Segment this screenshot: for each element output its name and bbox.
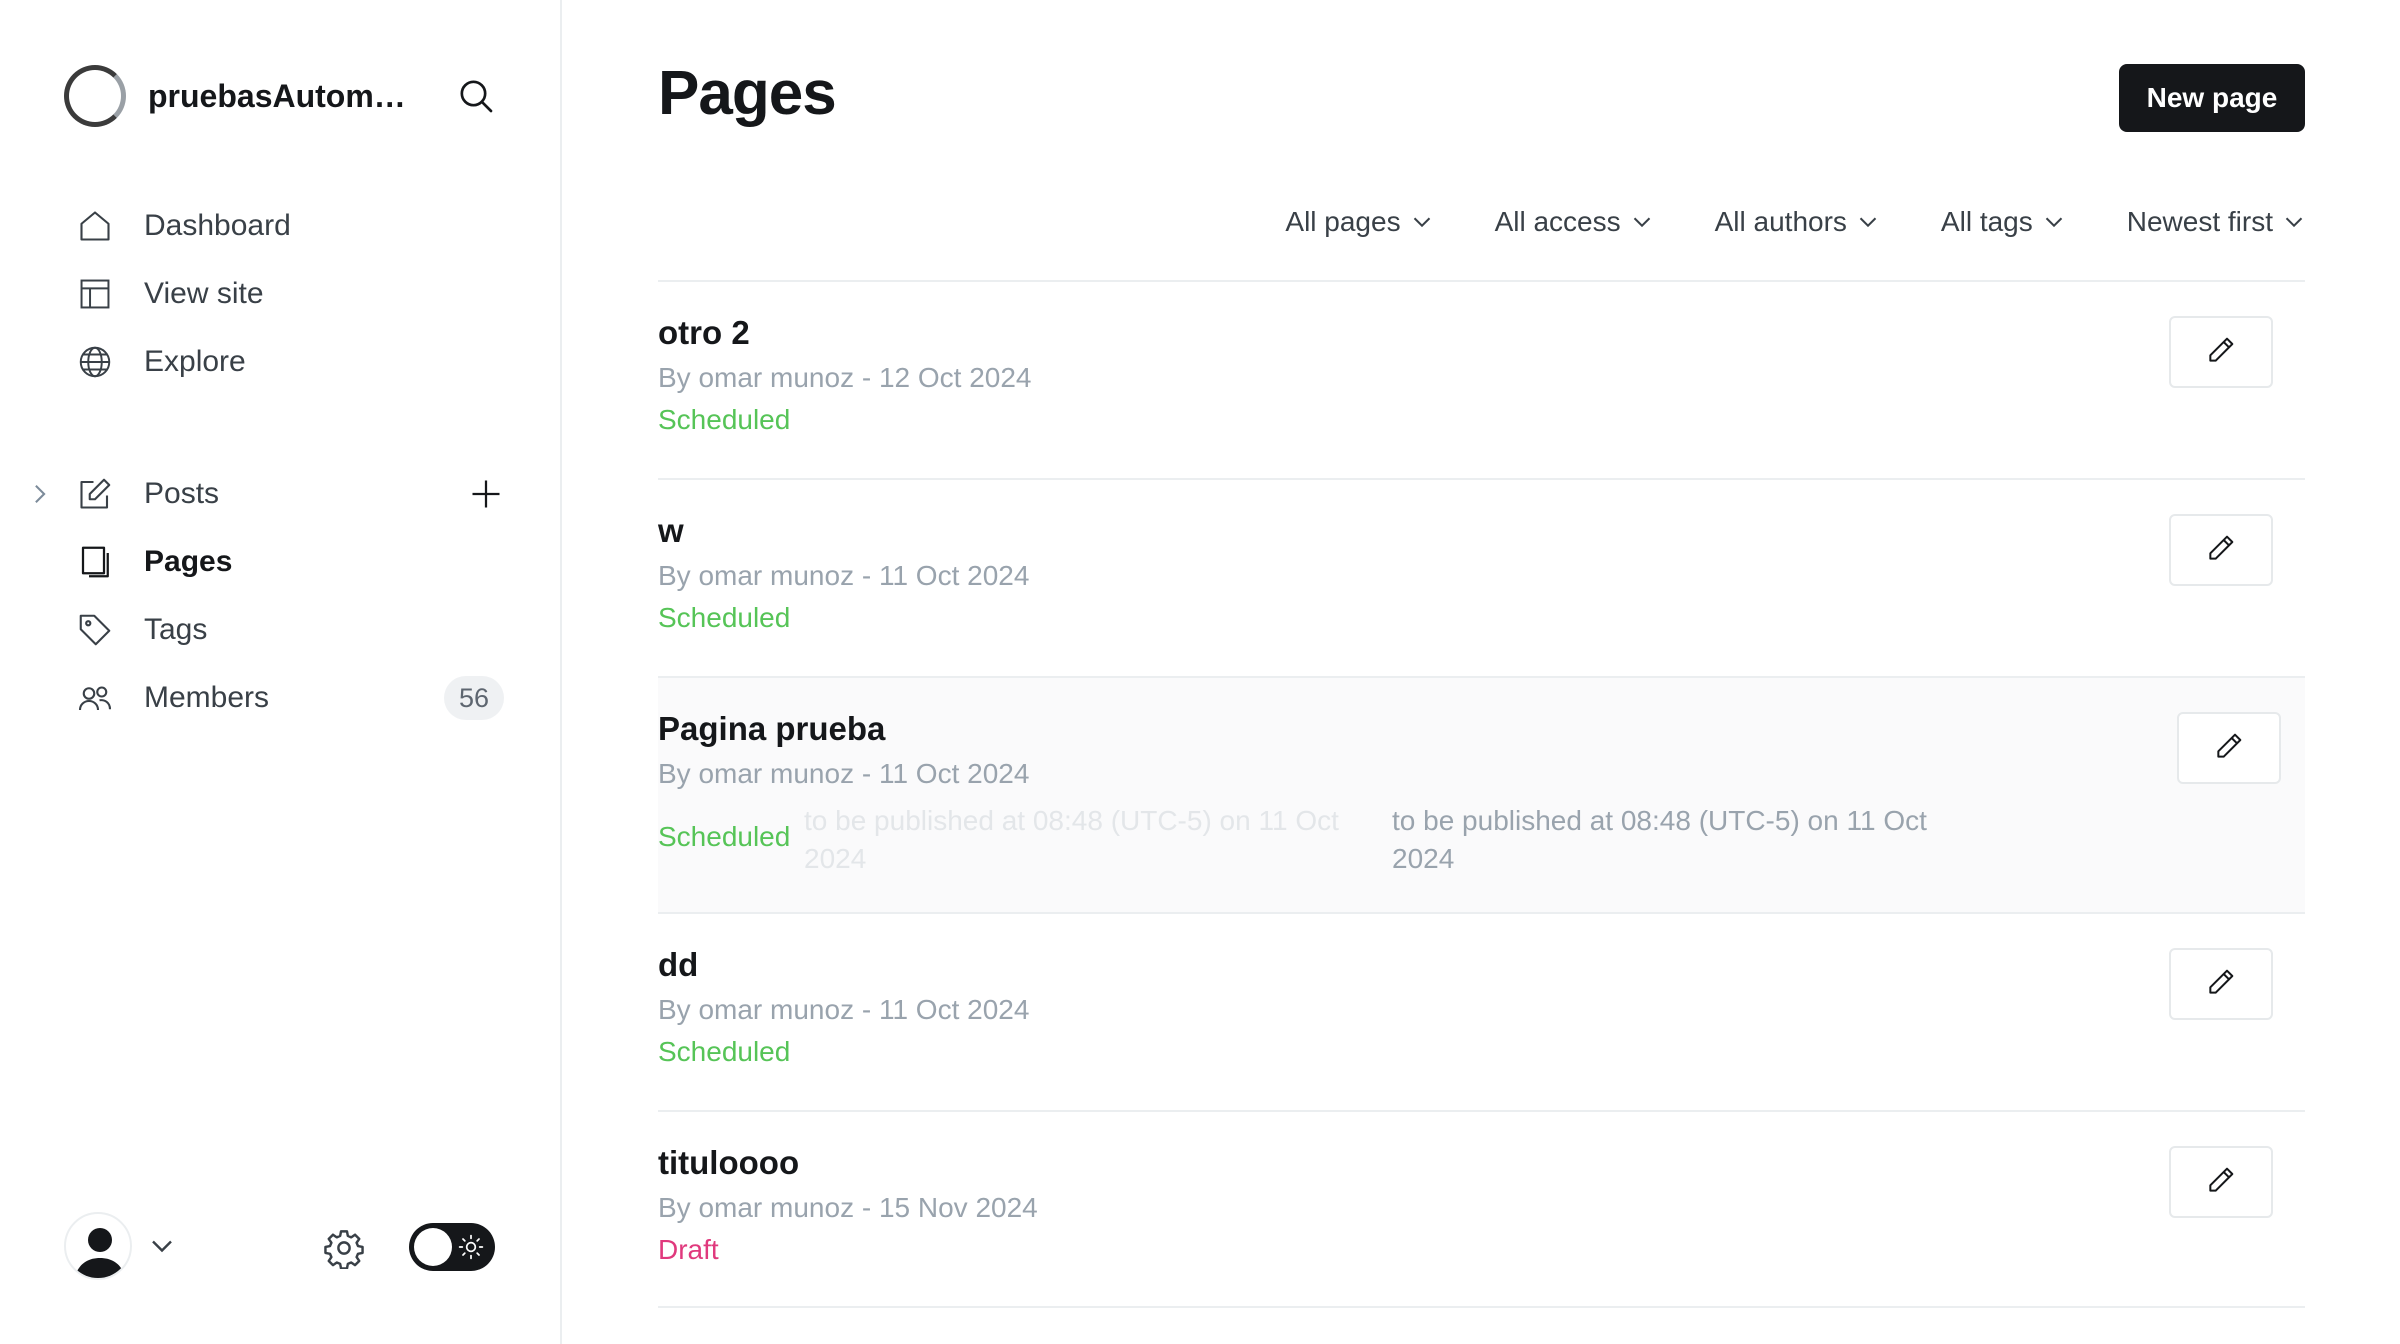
site-logo xyxy=(64,65,126,127)
list-item[interactable]: dd By omar munoz - 11 Oct 2024 Scheduled xyxy=(658,912,2305,1110)
site-name: pruebasAutoma... xyxy=(148,77,416,114)
page-item-meta: By omar munoz - 11 Oct 2024 xyxy=(658,560,1030,591)
user-avatar[interactable] xyxy=(64,1212,132,1280)
filter-authors-dropdown[interactable]: All authors xyxy=(1715,206,1879,238)
edit-button[interactable] xyxy=(2169,1146,2273,1218)
chevron-down-icon[interactable] xyxy=(148,1234,176,1258)
nav-posts[interactable]: Posts xyxy=(0,460,562,528)
nav-dashboard[interactable]: Dashboard xyxy=(0,192,562,260)
pencil-icon xyxy=(2205,532,2237,569)
filter-label: All access xyxy=(1494,206,1621,237)
main-content: Pages New page All pages All access All … xyxy=(564,0,2400,1344)
filter-bar: All pages All access All authors All tag… xyxy=(1223,200,2305,244)
site-brand[interactable]: pruebasAutoma... xyxy=(64,64,416,128)
chevron-down-icon xyxy=(2043,211,2065,233)
sun-icon xyxy=(457,1233,485,1261)
list-item[interactable]: w By omar munoz - 11 Oct 2024 Scheduled xyxy=(658,478,2305,676)
sidebar-footer xyxy=(64,1212,504,1284)
filter-access-dropdown[interactable]: All access xyxy=(1495,206,1653,238)
pencil-icon xyxy=(2205,1164,2237,1201)
chevron-right-icon[interactable] xyxy=(28,480,52,508)
schedule-tooltip: to be published at 08:48 (UTC-5) on 11 O… xyxy=(1392,805,1927,874)
sidebar: pruebasAutoma... Dashboard View site Exp… xyxy=(0,0,562,1344)
page-item-title[interactable]: Pagina prueba xyxy=(658,710,885,748)
primary-nav: Dashboard View site Explore xyxy=(0,192,562,396)
filter-pages-dropdown[interactable]: All pages xyxy=(1285,206,1432,238)
nav-tags[interactable]: Tags xyxy=(0,596,562,664)
page-item-meta: By omar munoz - 12 Oct 2024 xyxy=(658,362,1032,393)
nav-view-site[interactable]: View site xyxy=(0,260,562,328)
status-label: Draft xyxy=(658,1234,719,1265)
page-item-title[interactable]: dd xyxy=(658,946,698,984)
chevron-down-icon xyxy=(1411,211,1433,233)
filter-label: Newest first xyxy=(2126,206,2273,237)
status-label: Scheduled xyxy=(658,602,791,633)
list-item[interactable]: otro 2 By omar munoz - 12 Oct 2024 Sched… xyxy=(658,280,2305,478)
theme-toggle[interactable] xyxy=(409,1223,495,1271)
edit-button[interactable] xyxy=(2177,712,2281,784)
filter-tags-dropdown[interactable]: All tags xyxy=(1941,206,2065,238)
search-icon[interactable] xyxy=(452,72,500,120)
filter-label: All authors xyxy=(1714,206,1847,237)
toggle-knob xyxy=(414,1228,452,1266)
add-post-icon[interactable] xyxy=(466,474,506,514)
layout-icon xyxy=(76,275,114,313)
gear-icon[interactable] xyxy=(322,1226,366,1270)
nav-explore[interactable]: Explore xyxy=(0,328,562,396)
nav-pages[interactable]: Pages xyxy=(0,528,562,596)
nav-label: Explore xyxy=(144,345,246,378)
edit-button[interactable] xyxy=(2169,316,2273,388)
pencil-icon xyxy=(2213,730,2245,767)
tag-icon xyxy=(76,611,114,649)
home-icon xyxy=(76,207,114,245)
page-item-title[interactable]: w xyxy=(658,512,684,550)
page-title: Pages xyxy=(658,59,837,128)
filter-label: All tags xyxy=(1940,206,2033,237)
members-count-badge: 56 xyxy=(444,676,504,720)
chevron-down-icon xyxy=(1631,211,1653,233)
page-item-meta: By omar munoz - 11 Oct 2024 xyxy=(658,994,1030,1025)
content-nav: Posts Pages Tags Members 56 xyxy=(0,460,562,732)
edit-button[interactable] xyxy=(2169,514,2273,586)
edit-icon xyxy=(76,475,114,513)
nav-label: Members xyxy=(144,681,270,714)
list-item[interactable]: Pagina prueba By omar munoz - 11 Oct 202… xyxy=(658,676,2305,912)
nav-label: View site xyxy=(144,277,264,310)
nav-members[interactable]: Members 56 xyxy=(0,664,562,732)
globe-icon xyxy=(76,343,114,381)
schedule-tooltip-fading: to be published at 08:48 (UTC-5) on 11 O… xyxy=(804,805,1339,874)
status-label: Scheduled xyxy=(658,404,791,435)
nav-label: Pages xyxy=(144,545,233,578)
sort-order-dropdown[interactable]: Newest first xyxy=(2127,206,2305,238)
page-item-meta: By omar munoz - 11 Oct 2024 xyxy=(658,758,1030,789)
new-page-button[interactable]: New page xyxy=(2119,64,2305,132)
page-item-meta: By omar munoz - 15 Nov 2024 xyxy=(658,1192,1038,1223)
members-icon xyxy=(76,679,114,717)
status-label: Scheduled xyxy=(658,1036,791,1067)
status-label: Scheduled xyxy=(658,821,791,852)
pages-list: otro 2 By omar munoz - 12 Oct 2024 Sched… xyxy=(658,280,2305,1308)
nav-label: Dashboard xyxy=(144,209,291,242)
pencil-icon xyxy=(2205,966,2237,1003)
page-icon xyxy=(76,543,114,581)
pencil-icon xyxy=(2205,334,2237,371)
chevron-down-icon xyxy=(1857,211,1879,233)
nav-label: Tags xyxy=(144,613,208,646)
list-item[interactable]: tituloooo By omar munoz - 15 Nov 2024 Dr… xyxy=(658,1110,2305,1308)
page-item-title[interactable]: otro 2 xyxy=(658,314,750,352)
page-item-title[interactable]: tituloooo xyxy=(658,1144,799,1182)
chevron-down-icon xyxy=(2283,211,2305,233)
filter-label: All pages xyxy=(1285,206,1401,237)
nav-label: Posts xyxy=(144,477,220,510)
edit-button[interactable] xyxy=(2169,948,2273,1020)
